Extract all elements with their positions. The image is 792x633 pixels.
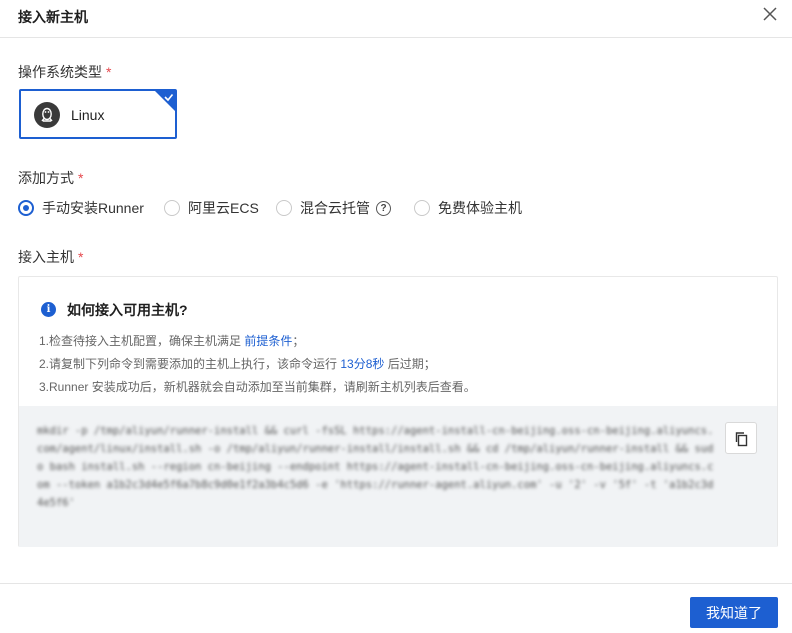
radio-free-trial-host[interactable]: 免费体验主机 [414,198,522,218]
copy-icon [735,432,748,447]
close-icon[interactable] [762,6,778,22]
prerequisites-link[interactable]: 前提条件 [244,334,292,348]
os-option-linux[interactable]: Linux [19,89,177,139]
guide-step-3: 3.Runner 安装成功后，新机器就会自动添加至当前集群，请刷新主机列表后查看… [39,380,476,394]
host-access-label-text: 接入主机 [18,249,74,265]
radio-hybrid-cloud[interactable]: 混合云托管 ? [276,198,391,218]
os-option-label: Linux [71,107,105,123]
step-text: 1.检查待接入主机配置，确保主机满足 [39,334,242,348]
add-method-label: 添加方式 * [18,168,83,188]
selected-check-icon [155,91,175,111]
required-mark: * [106,64,112,80]
guide-title: 如何接入可用主机? [67,302,188,318]
copy-button[interactable] [725,422,757,454]
guide-step-1: 1.检查待接入主机配置，确保主机满足 前提条件； [39,332,304,349]
help-icon[interactable]: ? [376,200,391,216]
expiry-countdown: 13分8秒 [340,357,385,371]
radio-dot [276,200,292,216]
required-mark: * [78,170,84,186]
radio-dot [164,200,180,216]
linux-penguin-icon [34,102,60,128]
step-text: 2.请复制下列命令到需要添加的主机上执行，该命令运行 [39,357,338,371]
host-guide-panel: i 如何接入可用主机? 1.检查待接入主机配置，确保主机满足 前提条件； 2.请… [18,276,778,547]
radio-label: 手动安装Runner [42,200,144,216]
required-mark: * [78,249,84,265]
dialog-footer: 我知道了 [0,583,792,633]
os-type-label-text: 操作系统类型 [18,64,102,80]
step-text: 后过期； [387,357,436,371]
radio-manual-runner[interactable]: 手动安装Runner [18,198,144,218]
radio-dot-selected [18,200,34,216]
radio-dot [414,200,430,216]
confirm-button[interactable]: 我知道了 [690,597,778,628]
guide-step-2: 2.请复制下列命令到需要添加的主机上执行，该命令运行 13分8秒 后过期； [39,355,436,372]
dialog-title: 接入新主机 [18,9,88,25]
dialog-header: 接入新主机 [0,0,792,38]
radio-aliyun-ecs[interactable]: 阿里云ECS [164,198,259,218]
add-method-label-text: 添加方式 [18,170,74,186]
radio-label: 混合云托管 [300,200,370,216]
command-box: mkdir -p /tmp/aliyun/runner-install && c… [19,406,777,547]
host-access-label: 接入主机 * [18,247,83,267]
radio-label: 阿里云ECS [188,200,259,216]
step-text: ； [292,334,305,348]
info-icon: i [41,302,56,317]
radio-label: 免费体验主机 [438,200,522,216]
install-command[interactable]: mkdir -p /tmp/aliyun/runner-install && c… [37,422,717,512]
os-type-label: 操作系统类型 * [18,62,111,82]
